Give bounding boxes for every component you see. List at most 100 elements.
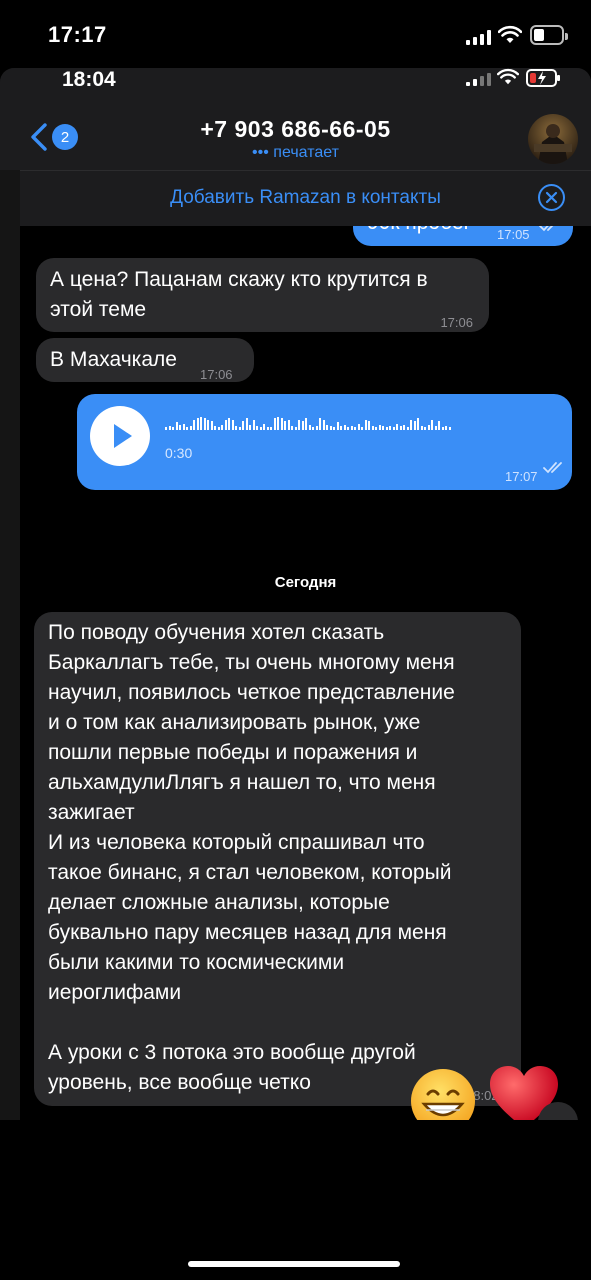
outer-status-time: 17:17 <box>48 22 107 47</box>
waveform-bar <box>347 427 349 430</box>
waveform-bar <box>315 426 318 430</box>
waveform-bar <box>280 418 283 430</box>
waveform-bar <box>448 427 451 430</box>
message-text-line: такое бинанс, я стал человеком, который <box>48 861 452 884</box>
home-indicator[interactable] <box>188 1261 400 1267</box>
waveform-bar <box>371 426 374 430</box>
waveform-bar <box>431 419 433 430</box>
waveform-bar <box>413 420 416 430</box>
date-separator: Сегодня <box>274 574 337 591</box>
waveform-bar <box>368 420 370 430</box>
waveform-bar <box>445 426 447 430</box>
grinning-face-icon[interactable] <box>410 1068 476 1120</box>
waveform-bar <box>406 427 409 430</box>
message-time: 17:07 <box>505 469 538 484</box>
waveform-bar <box>319 418 321 430</box>
message-incoming[interactable]: А цена? Пацанам скажу кто крутится в это… <box>36 258 489 332</box>
double-check-icon <box>539 226 554 232</box>
waveform-bar <box>217 427 220 430</box>
waveform-bar <box>378 424 381 430</box>
waveform-bar <box>294 427 297 430</box>
waveform-bar <box>305 418 307 430</box>
waveform-bar <box>333 427 335 430</box>
waveform-bar <box>420 426 423 430</box>
waveform-bar <box>263 423 265 430</box>
waveform-bar <box>175 422 178 430</box>
waveform-bar <box>266 427 269 430</box>
waveform-bar <box>329 426 332 430</box>
waveform-bar <box>434 426 437 430</box>
wifi-icon <box>498 25 522 43</box>
telegram-screen: 18:04 2 +7 903 686-66-05 ••• печатает До… <box>0 68 591 1120</box>
add-contact-bar: Добавить Ramazan в контакты <box>20 170 591 226</box>
message-incoming[interactable]: В Махачкале 17:06 <box>36 338 254 382</box>
waveform-bar <box>242 420 244 430</box>
waveform-bar <box>424 427 426 430</box>
waveform-bar <box>203 418 206 430</box>
waveform-bar <box>410 419 412 430</box>
chat-header: 2 +7 903 686-66-05 ••• печатает <box>0 108 591 170</box>
play-button[interactable] <box>90 406 150 466</box>
add-contact-link[interactable]: Добавить Ramazan в контакты <box>20 187 591 209</box>
battery-icon <box>530 25 568 45</box>
waveform-bar <box>235 426 237 430</box>
chat-title[interactable]: +7 903 686-66-05 <box>0 116 591 143</box>
waveform-bar <box>249 424 251 430</box>
inner-status-time: 18:04 <box>62 68 116 91</box>
waveform-bar <box>200 417 202 430</box>
waveform-bar <box>427 424 430 430</box>
waveform-bar <box>389 426 391 430</box>
waveform-bar <box>214 426 216 430</box>
inner-wifi-icon <box>497 68 519 85</box>
waveform-bar <box>196 418 199 430</box>
message-text-line: уровень, все вообще четко <box>48 1071 311 1094</box>
inner-signal-icon <box>466 72 491 86</box>
message-incoming[interactable]: По поводу обучения хотел сказать Баркалла… <box>34 612 521 1106</box>
waveform-bar <box>231 419 234 430</box>
signal-icon <box>466 29 491 45</box>
message-outgoing[interactable]: 90к пробег 17:05 <box>353 226 573 246</box>
waveform-bar <box>221 424 223 430</box>
waveform-bar <box>361 427 363 430</box>
waveform-bar <box>403 424 405 430</box>
waveform-bar <box>382 426 384 430</box>
waveform-bar <box>193 419 195 430</box>
waveform-bar <box>375 427 377 430</box>
voice-duration: 0:30 <box>165 445 193 461</box>
message-text-line: Баркаллагъ тебе, ты очень многому меня <box>48 651 455 674</box>
message-text-line: буквально пару месяцев назад для меня <box>48 921 447 944</box>
waveform-bar <box>441 427 444 430</box>
waveform-bar <box>189 426 192 430</box>
message-text: В Махачкале <box>50 348 177 371</box>
close-icon[interactable] <box>538 184 565 211</box>
message-text-line: И из человека который спрашивал что <box>48 831 425 854</box>
message-text-line: альхамдулиЛлягъ я нашел то, что меня <box>48 771 436 794</box>
avatar-image <box>528 114 578 164</box>
waveform-bar <box>210 420 213 430</box>
waveform-bar <box>364 419 367 430</box>
waveform-bar <box>182 423 185 430</box>
waveform-bar <box>298 419 300 430</box>
message-body: По поводу обучения хотел сказать Баркалла… <box>48 618 455 1098</box>
message-text-line: научил, появилось четкое представление <box>48 681 455 704</box>
waveform[interactable] <box>165 416 451 430</box>
waveform-bar <box>172 427 174 430</box>
waveform-bar <box>224 419 227 430</box>
waveform-bar <box>340 426 342 430</box>
waveform-bar <box>354 427 356 430</box>
message-text-line: пошли первые победы и поражения и <box>48 741 418 764</box>
waveform-bar <box>228 418 230 430</box>
voice-message[interactable]: 0:30 17:07 <box>77 394 572 490</box>
waveform-bar <box>245 418 248 430</box>
waveform-bar <box>273 418 276 430</box>
waveform-bar <box>312 427 314 430</box>
waveform-bar <box>252 419 255 430</box>
message-list[interactable]: 90к пробег 17:05 А цена? Пацанам скажу к… <box>20 226 591 1120</box>
waveform-bar <box>385 427 388 430</box>
avatar[interactable] <box>528 114 578 164</box>
waveform-bar <box>179 424 181 430</box>
waveform-bar <box>326 424 328 430</box>
message-text-line: зажигает <box>48 801 135 824</box>
waveform-bar <box>277 417 279 430</box>
waveform-bar <box>186 427 188 430</box>
